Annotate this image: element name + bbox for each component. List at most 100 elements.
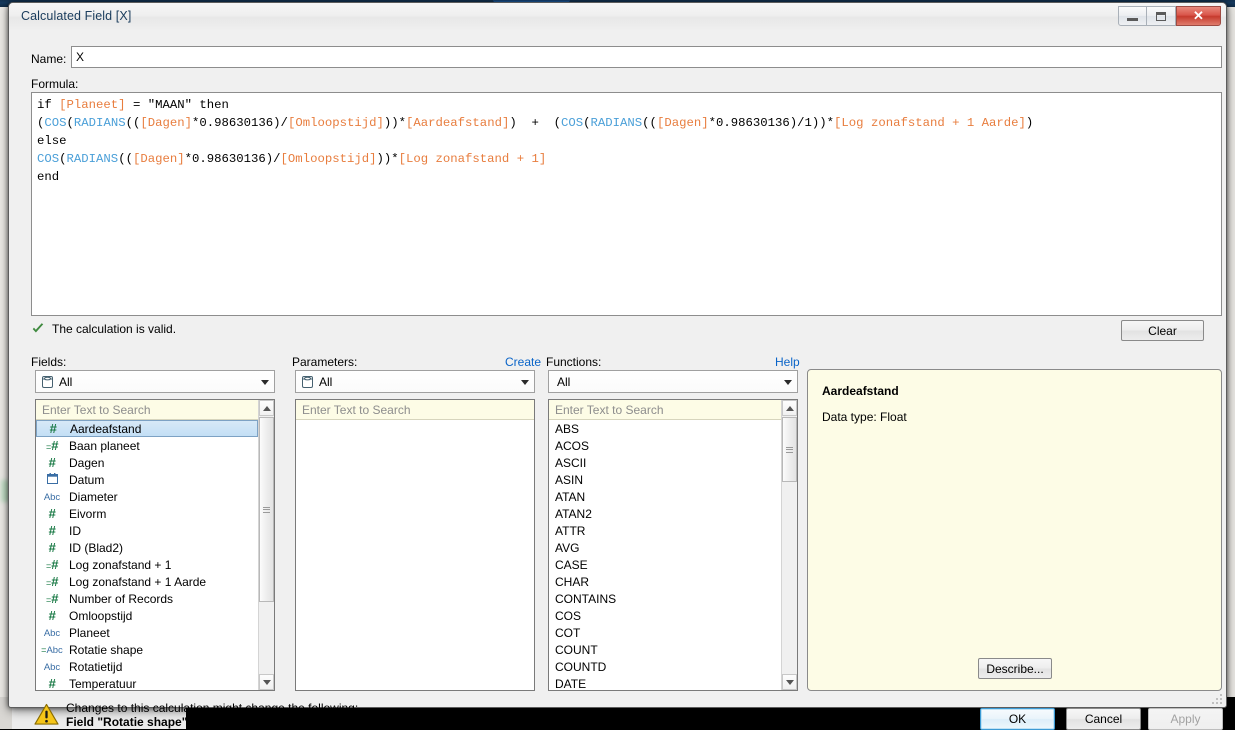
scroll-down-button[interactable] bbox=[259, 674, 274, 690]
fields-list-item[interactable]: Abc Rotatietijd bbox=[36, 658, 258, 675]
formula-label: Formula: bbox=[31, 77, 79, 91]
fields-list-item[interactable]: =# Log zonafstand + 1 Aarde bbox=[36, 573, 258, 590]
fields-search-input[interactable]: Enter Text to Search bbox=[36, 400, 274, 420]
fields-listbox[interactable]: Enter Text to Search # Aardeafstand =# Baan… bbox=[35, 399, 275, 691]
resize-grip-icon[interactable] bbox=[1211, 693, 1223, 705]
fields-list-item-label: Diameter bbox=[69, 489, 118, 504]
functions-list-item[interactable]: ABS bbox=[549, 420, 781, 437]
formula-token: [Dagen] bbox=[132, 152, 185, 166]
functions-list-item[interactable]: COT bbox=[549, 624, 781, 641]
formula-token: [Aardeafstand] bbox=[406, 116, 510, 130]
formula-token: [Planeet] bbox=[59, 98, 126, 112]
fields-list-item[interactable]: =# Log zonafstand + 1 bbox=[36, 556, 258, 573]
cancel-button[interactable]: Cancel bbox=[1066, 708, 1141, 730]
functions-list-item[interactable]: ASIN bbox=[549, 471, 781, 488]
functions-list-item[interactable]: CHAR bbox=[549, 573, 781, 590]
formula-line: end bbox=[37, 168, 1033, 186]
functions-list-item[interactable]: ATTR bbox=[549, 522, 781, 539]
fields-list-item[interactable]: Datum bbox=[36, 471, 258, 488]
name-input[interactable] bbox=[71, 46, 1222, 68]
formula-token: COS bbox=[44, 116, 67, 130]
functions-list-item[interactable]: DATE bbox=[549, 675, 781, 691]
functions-scrollbar[interactable] bbox=[781, 400, 797, 690]
formula-line: else bbox=[37, 132, 1033, 150]
functions-list-item[interactable]: COUNTD bbox=[549, 658, 781, 675]
parameters-search-input[interactable]: Enter Text to Search bbox=[296, 400, 534, 420]
functions-list-item[interactable]: ASCII bbox=[549, 454, 781, 471]
functions-list-item[interactable]: ATAN2 bbox=[549, 505, 781, 522]
formula-token: ))* bbox=[376, 152, 399, 166]
functions-filter-value: All bbox=[557, 374, 571, 389]
scroll-down-button[interactable] bbox=[782, 674, 797, 690]
describe-button[interactable]: Describe... bbox=[978, 658, 1052, 679]
scrollbar-thumb[interactable] bbox=[782, 417, 797, 482]
fields-list-item[interactable]: =Abc Rotatie shape bbox=[36, 641, 258, 658]
fields-list-item[interactable]: # Omloopstijd bbox=[36, 607, 258, 624]
functions-list-item[interactable]: ATAN bbox=[549, 488, 781, 505]
fields-list-item[interactable]: # Aardeafstand bbox=[36, 420, 258, 437]
minimize-button[interactable] bbox=[1118, 6, 1147, 26]
fields-list-item-label: Number of Records bbox=[69, 591, 174, 606]
functions-filter-combo[interactable]: All bbox=[548, 370, 798, 393]
functions-list-item[interactable]: AVG bbox=[549, 539, 781, 556]
fields-list-item[interactable]: Abc Diameter bbox=[36, 488, 258, 505]
scroll-up-button[interactable] bbox=[782, 400, 797, 416]
number-icon: # bbox=[48, 506, 56, 521]
fields-list-item-label: Planeet bbox=[69, 625, 110, 640]
formula-line: if [Planeet] = "MAAN" then bbox=[37, 96, 1033, 114]
fields-filter-combo[interactable]: All bbox=[35, 370, 275, 393]
fields-list[interactable]: # Aardeafstand =# Baan planeet # Dagen Datum Ab… bbox=[36, 420, 258, 690]
functions-list-item[interactable]: ACOS bbox=[549, 437, 781, 454]
text-icon: Abc bbox=[43, 661, 61, 673]
formula-editor[interactable]: if [Planeet] = "MAAN" then (COS(RADIANS((… bbox=[31, 92, 1222, 316]
formula-token: ) bbox=[1025, 116, 1034, 130]
fields-list-item-label: Rotatietijd bbox=[69, 659, 123, 674]
number-icon: # bbox=[48, 608, 56, 623]
fields-list-item[interactable]: # Temperatuur bbox=[36, 675, 258, 690]
formula-token: (( bbox=[125, 116, 141, 130]
maximize-icon bbox=[1156, 11, 1166, 21]
dialog-titlebar[interactable]: Calculated Field [X] ✕ bbox=[9, 3, 1226, 31]
description-pane: Aardeafstand Data type: Float Describe..… bbox=[807, 369, 1222, 691]
scroll-up-button[interactable] bbox=[259, 400, 274, 416]
fields-scrollbar[interactable] bbox=[258, 400, 274, 690]
parameters-listbox[interactable]: Enter Text to Search bbox=[295, 399, 535, 691]
fields-list-item[interactable]: # ID (Blad2) bbox=[36, 539, 258, 556]
number-icon: # bbox=[49, 421, 57, 436]
ok-button[interactable]: OK bbox=[980, 708, 1055, 730]
fields-list-item[interactable]: =# Number of Records bbox=[36, 590, 258, 607]
formula-token: ( bbox=[66, 116, 74, 130]
validation-status: The calculation is valid. bbox=[31, 322, 176, 336]
description-title: Aardeafstand bbox=[822, 384, 899, 398]
fields-list-item-label: Datum bbox=[69, 472, 105, 487]
calculated-number-icon: =# bbox=[46, 557, 58, 572]
check-icon bbox=[32, 323, 44, 333]
formula-token: *0.98630136)/1))* bbox=[708, 116, 835, 130]
parameters-list[interactable] bbox=[296, 420, 534, 690]
fields-list-item[interactable]: # ID bbox=[36, 522, 258, 539]
close-button[interactable]: ✕ bbox=[1176, 6, 1221, 26]
help-link[interactable]: Help bbox=[775, 355, 800, 369]
fields-filter-value: All bbox=[59, 374, 73, 389]
fields-list-item[interactable]: # Eivorm bbox=[36, 505, 258, 522]
chevron-down-icon bbox=[784, 380, 792, 385]
maximize-button[interactable] bbox=[1147, 6, 1176, 26]
formula-token: RADIANS bbox=[66, 152, 119, 166]
functions-list-item[interactable]: COS bbox=[549, 607, 781, 624]
fields-list-item[interactable]: =# Baan planeet bbox=[36, 437, 258, 454]
clear-button[interactable]: Clear bbox=[1121, 320, 1204, 341]
scrollbar-thumb[interactable] bbox=[259, 417, 274, 602]
functions-listbox[interactable]: Enter Text to Search ABS ACOS ASCII ASIN ATA… bbox=[548, 399, 798, 691]
create-parameter-link[interactable]: Create bbox=[505, 355, 541, 369]
functions-list[interactable]: ABS ACOS ASCII ASIN ATAN ATAN2 ATTR AVG CASE CHAR… bbox=[549, 420, 781, 691]
apply-button: Apply bbox=[1148, 708, 1223, 730]
fields-list-item[interactable]: Abc Planeet bbox=[36, 624, 258, 641]
calculated-number-icon: =# bbox=[46, 438, 58, 453]
functions-list-item[interactable]: CONTAINS bbox=[549, 590, 781, 607]
parameters-filter-combo[interactable]: All bbox=[295, 370, 535, 393]
functions-search-input[interactable]: Enter Text to Search bbox=[549, 400, 797, 420]
functions-list-item[interactable]: CASE bbox=[549, 556, 781, 573]
functions-list-item[interactable]: COUNT bbox=[549, 641, 781, 658]
fields-list-item[interactable]: # Dagen bbox=[36, 454, 258, 471]
fields-list-item-label: Log zonafstand + 1 Aarde bbox=[69, 574, 207, 589]
